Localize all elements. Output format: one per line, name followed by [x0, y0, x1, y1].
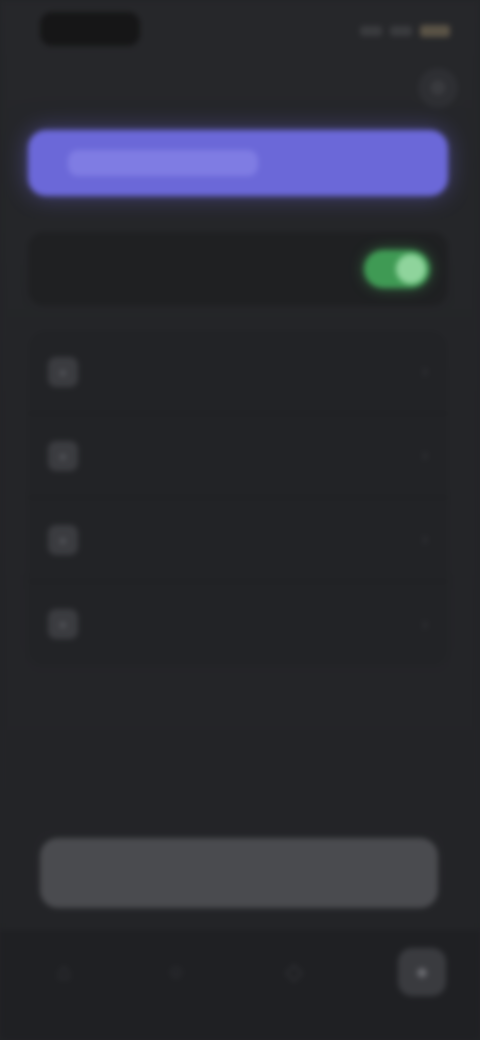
list-item[interactable]: ● ›	[28, 330, 448, 414]
chevron-right-icon: ›	[422, 529, 428, 549]
status-icons	[350, 24, 450, 38]
tab-profile[interactable]: ●	[398, 948, 446, 996]
chevron-right-icon: ›	[422, 361, 428, 381]
bell-icon: ●	[48, 440, 78, 471]
settings-button[interactable]: ⚙	[418, 68, 458, 108]
tab-home[interactable]: ⌂	[40, 948, 88, 996]
search-icon: ○	[169, 959, 183, 984]
info-icon: ●	[48, 609, 78, 639]
status-time	[40, 12, 140, 46]
list-item[interactable]: ● ›	[28, 582, 448, 666]
lock-icon: ●	[48, 524, 78, 555]
list-item[interactable]: ● ›	[28, 498, 448, 582]
list-item[interactable]: ● ›	[28, 414, 448, 498]
tab-bar: ⌂ ○ ◇ ●	[0, 930, 480, 1040]
gear-icon: ⚙	[429, 77, 447, 98]
tab-chat[interactable]: ◇	[270, 948, 318, 996]
signal-icon	[360, 26, 382, 36]
primary-action-label	[68, 150, 258, 176]
status-bar	[0, 0, 480, 60]
primary-action-button[interactable]	[28, 130, 448, 196]
app-screen: ⚙ ● › ● › ● › ● › ⌂ ○ ◇ ●	[0, 0, 480, 1040]
toggle-switch[interactable]	[364, 250, 430, 288]
chevron-right-icon: ›	[422, 613, 428, 634]
home-icon: ⌂	[57, 959, 71, 984]
battery-icon	[420, 25, 450, 37]
toggle-knob	[396, 254, 426, 284]
toggle-row[interactable]	[28, 232, 448, 306]
chat-icon: ◇	[285, 959, 303, 984]
wifi-icon	[390, 26, 412, 36]
header: ⚙	[0, 60, 480, 116]
settings-list: ● › ● › ● › ● ›	[28, 330, 448, 666]
tab-search[interactable]: ○	[152, 948, 200, 996]
person-icon: ●	[48, 356, 78, 387]
bottom-action-button[interactable]	[40, 838, 438, 908]
profile-icon: ●	[415, 959, 429, 984]
chevron-right-icon: ›	[422, 445, 428, 465]
